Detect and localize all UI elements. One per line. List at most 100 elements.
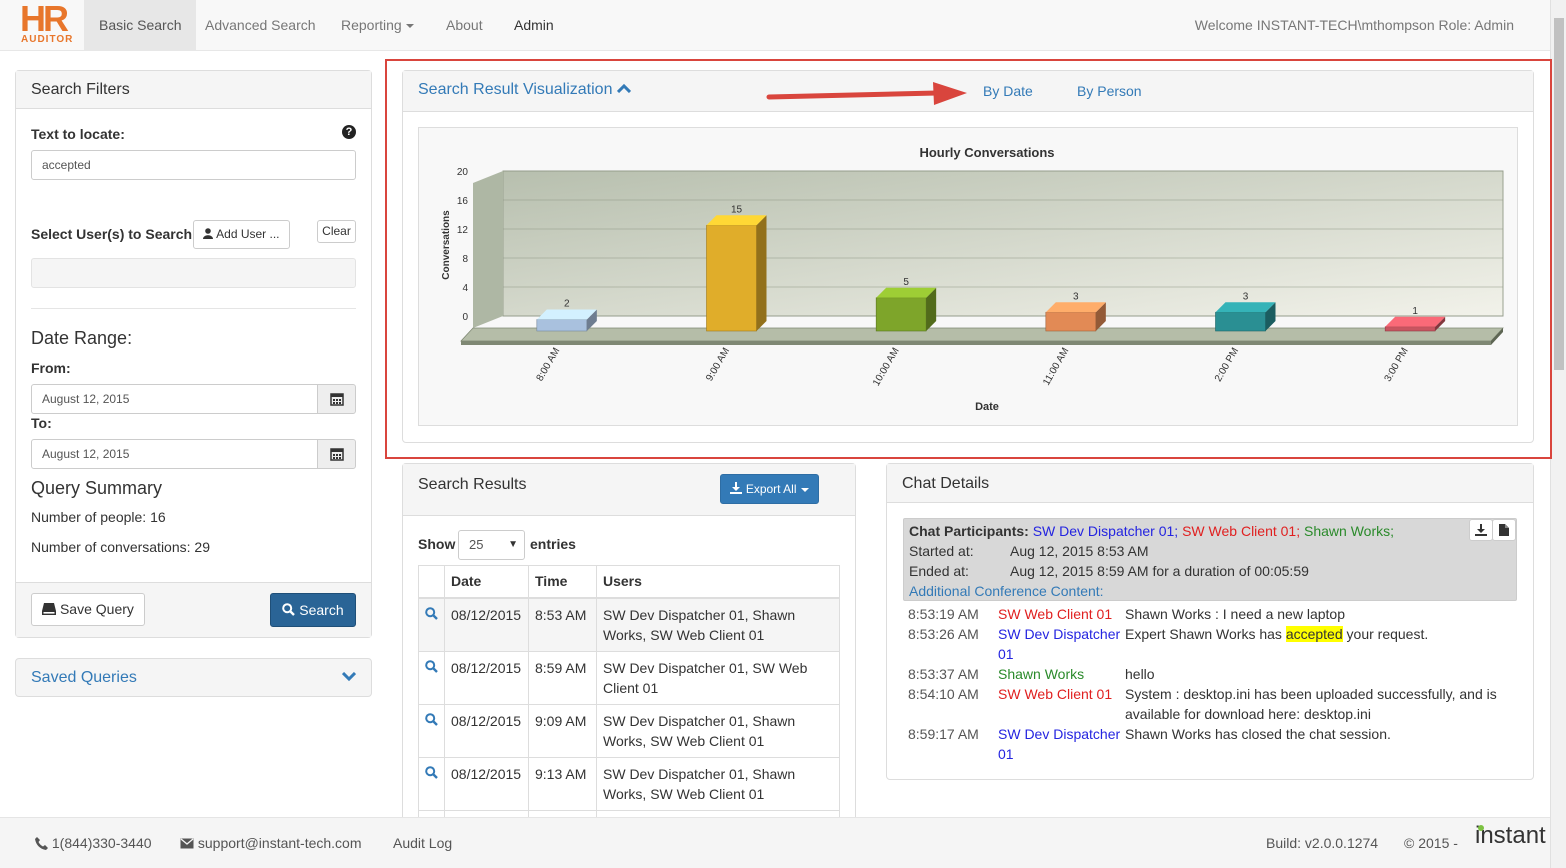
chevron-up-icon[interactable] (616, 83, 631, 94)
x-tick-label: 10:00 AM (871, 346, 902, 388)
tab-by-person[interactable]: By Person (1077, 83, 1142, 99)
scrollbar-thumb[interactable] (1554, 18, 1564, 370)
export-all-button[interactable]: Export All (720, 474, 819, 504)
bar-side (756, 215, 767, 331)
table-header-users[interactable]: Users (596, 565, 840, 599)
text-to-locate-label: Text to locate: (31, 126, 125, 142)
top-navbar: HR AUDITOR Basic Search Advanced Search … (0, 0, 1550, 51)
visualization-title-text: Search Result Visualization (418, 81, 613, 98)
chat-sender: SW Dev Dispatcher 01 (998, 726, 1121, 762)
page-scrollbar[interactable] (1550, 0, 1566, 868)
visualization-title[interactable]: Search Result Visualization (418, 81, 631, 99)
view-conversation-cell[interactable] (418, 809, 445, 817)
footer-phone: 1(844)330-3440 (35, 835, 152, 851)
instant-brand-logo: instant (1475, 822, 1546, 850)
search-button[interactable]: Search (270, 593, 356, 627)
cell-date: 08/12/2015 (444, 756, 529, 811)
table-row[interactable]: 08/12/2015 8:59 AM SW Dev Dispatcher 01, S… (418, 650, 840, 705)
cell-users: SW Dev Dispatcher 01, Shawn Works, SW We… (596, 703, 840, 758)
ended-at-label: Ended at: (909, 563, 969, 579)
bar-top (1385, 316, 1446, 327)
x-tick-label: 2:00 PM (1213, 346, 1241, 384)
entries-select[interactable]: 25 ▼ (458, 530, 525, 560)
view-conversation-cell[interactable] (418, 756, 445, 811)
cell-time: 9:18 AM (528, 809, 597, 817)
chat-text: Shawn Works has closed the chat session. (1125, 726, 1391, 742)
chat-time: 8:53:37 AM (908, 666, 979, 682)
chat-details-title: Chat Details (887, 464, 1533, 503)
cell-users: SW Dev Dispatcher 01, Shawn Works, SW We… (596, 597, 840, 652)
audit-log-link[interactable]: Audit Log (393, 835, 452, 851)
selected-users-field[interactable] (31, 258, 356, 288)
chevron-down-icon[interactable] (342, 672, 356, 682)
from-date-input[interactable]: August 12, 2015 (31, 384, 318, 414)
calendar-icon (329, 393, 344, 406)
view-file-button[interactable] (1492, 519, 1516, 541)
logo-subtext: AUDITOR (21, 34, 74, 45)
x-axis-label: Date (975, 401, 999, 413)
user-icon (203, 228, 214, 239)
table-header-time[interactable]: Time (528, 565, 597, 599)
bar-top (876, 287, 937, 298)
cell-users: SW Dev Dispatcher 01, Shawn Works (596, 809, 840, 817)
download-transcript-button[interactable] (1469, 519, 1493, 541)
brand-dot (1478, 825, 1484, 831)
table-row[interactable]: 08/12/2015 9:09 AM SW Dev Dispatcher 01, S… (418, 703, 840, 758)
saved-queries-panel[interactable]: Saved Queries (15, 658, 372, 697)
table-row[interactable]: 08/12/2015 9:13 AM SW Dev Dispatcher 01, S… (418, 756, 840, 811)
to-date-input[interactable]: August 12, 2015 (31, 439, 318, 469)
magnifier-icon[interactable] (425, 765, 438, 779)
nav-basic-search[interactable]: Basic Search (84, 0, 197, 50)
table-row[interactable]: 08/12/20159:18 AMSW Dev Dispatcher 01, S… (418, 809, 840, 817)
nav-reporting[interactable]: Reporting (326, 0, 429, 50)
calendar-icon (329, 448, 344, 461)
plot-floor-edge (461, 341, 1491, 345)
participants-label: Chat Participants: (909, 523, 1029, 539)
saved-queries-title[interactable]: Saved Queries (31, 669, 137, 687)
chat-time: 8:53:26 AM (908, 626, 979, 642)
save-query-label: Save Query (59, 601, 134, 617)
to-calendar-button[interactable] (317, 439, 356, 469)
results-table: Date Time Users 08/12/2015 8:53 AM SW Dev … (418, 565, 840, 817)
nav-about[interactable]: About (431, 0, 498, 50)
entries-label: entries (530, 536, 576, 552)
nav-admin[interactable]: Admin (499, 0, 569, 50)
started-at-label: Started at: (909, 543, 974, 559)
chat-sender: SW Dev Dispatcher 01 (998, 626, 1121, 662)
magnifier-icon[interactable] (425, 606, 438, 620)
plot-back-wall (502, 170, 1504, 317)
x-tick-label: 3:00 PM (1383, 346, 1411, 384)
from-calendar-button[interactable] (317, 384, 356, 414)
entries-select-value: 25 (469, 537, 484, 552)
text-to-locate-input[interactable]: accepted (31, 150, 356, 180)
view-conversation-cell[interactable] (418, 650, 445, 705)
cell-time: 9:13 AM (528, 756, 597, 811)
chat-sender: SW Web Client 01 (998, 606, 1113, 622)
x-tick-label: 8:00 AM (535, 346, 563, 383)
view-conversation-cell[interactable] (418, 597, 445, 652)
magnifier-icon[interactable] (425, 712, 438, 726)
clear-users-button[interactable]: Clear (317, 220, 356, 243)
plot-side-wall (473, 171, 503, 328)
bar-top (1215, 302, 1276, 313)
footer-email[interactable]: support@instant-tech.com (180, 835, 362, 851)
table-row[interactable]: 08/12/2015 8:53 AM SW Dev Dispatcher 01, S… (418, 597, 840, 652)
bar (1384, 326, 1436, 332)
table-header-date[interactable]: Date (444, 565, 529, 599)
envelope-icon (180, 838, 194, 849)
tab-by-date[interactable]: By Date (983, 83, 1033, 99)
magnifier-icon[interactable] (425, 659, 438, 673)
help-icon[interactable]: ? (342, 125, 356, 139)
chat-time: 8:53:19 AM (908, 606, 979, 622)
hr-auditor-logo[interactable]: HR AUDITOR (20, 0, 84, 48)
red-arrow-annotation (766, 82, 967, 105)
nav-advanced-search[interactable]: Advanced Search (190, 0, 331, 50)
view-conversation-cell[interactable] (418, 703, 445, 758)
chat-text: hello (1125, 666, 1155, 682)
participant-2: SW Web Client 01; (1182, 523, 1301, 539)
caret-down-icon (405, 24, 414, 29)
save-query-button[interactable]: Save Query (31, 593, 145, 626)
additional-content-link[interactable]: Additional Conference Content: (909, 581, 1104, 601)
add-user-button[interactable]: Add User ... (193, 220, 290, 249)
cell-time: 8:59 AM (528, 650, 597, 705)
